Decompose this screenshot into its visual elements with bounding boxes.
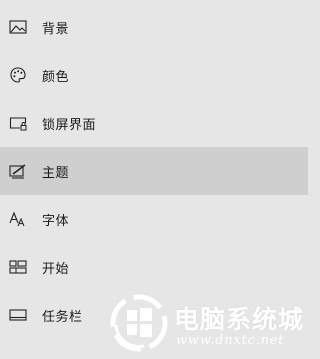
- start-layout-icon: [9, 258, 27, 276]
- nav-label-fonts: 字体: [42, 213, 70, 229]
- nav-label-background: 背景: [42, 21, 70, 37]
- nav-label-taskbar: 任务栏: [42, 309, 83, 325]
- picture-icon: [9, 18, 27, 36]
- nav-label-start: 开始: [42, 261, 70, 277]
- nav-item-themes[interactable]: 主题: [0, 147, 308, 195]
- nav-item-colors[interactable]: 颜色: [0, 51, 308, 99]
- nav-item-taskbar[interactable]: 任务栏: [0, 291, 308, 339]
- nav-item-fonts[interactable]: 字体: [0, 195, 308, 243]
- font-icon: [9, 210, 27, 228]
- nav-label-lock-screen: 锁屏界面: [42, 117, 97, 133]
- theme-brush-icon: [9, 162, 27, 180]
- taskbar-icon: [9, 306, 27, 324]
- nav-item-start[interactable]: 开始: [0, 243, 308, 291]
- lock-screen-icon: [9, 114, 27, 132]
- palette-icon: [9, 66, 27, 84]
- nav-item-lock-screen[interactable]: 锁屏界面: [0, 99, 308, 147]
- nav-label-themes: 主题: [42, 165, 70, 181]
- nav-label-colors: 颜色: [42, 69, 70, 85]
- nav-item-background[interactable]: 背景: [0, 3, 308, 51]
